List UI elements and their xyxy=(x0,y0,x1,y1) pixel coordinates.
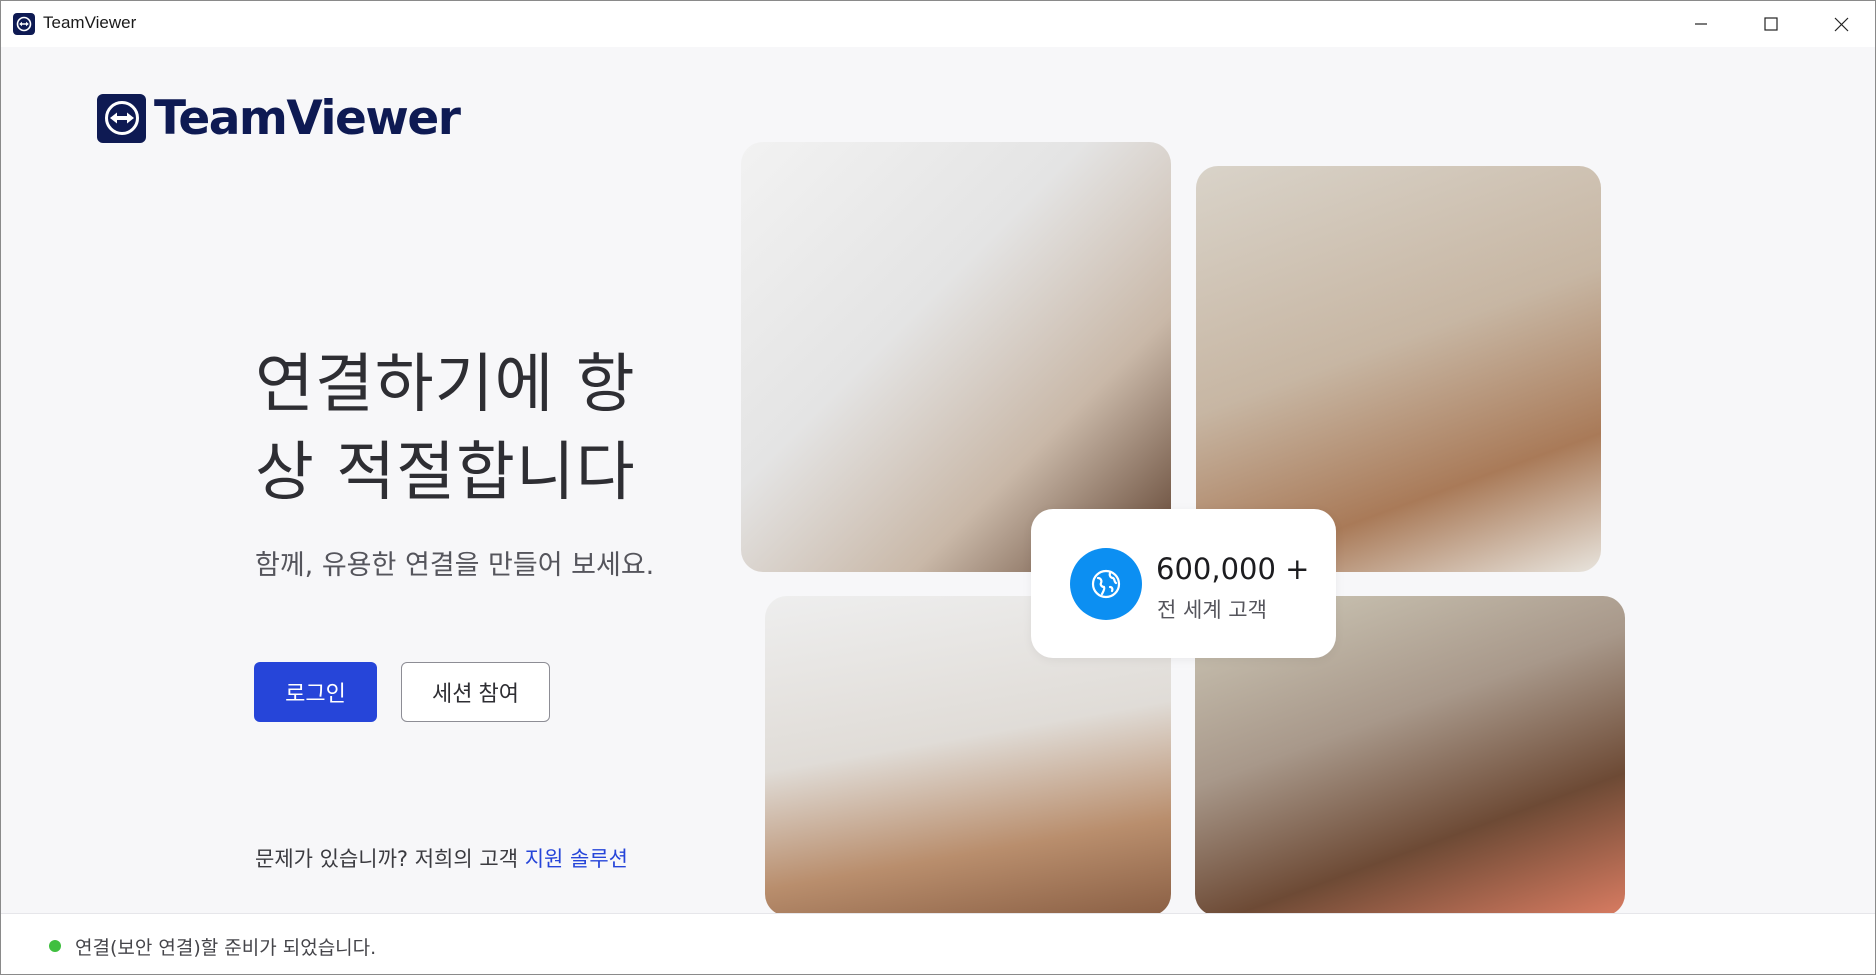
page-headline: 연결하기에 항 상 적절합니다 xyxy=(255,341,675,517)
customer-count-label: 전 세계 고객 xyxy=(1157,598,1267,622)
window-title: TeamViewer xyxy=(43,13,137,32)
join-session-button[interactable]: 세션 참여 xyxy=(401,662,550,722)
title-bar[interactable]: TeamViewer xyxy=(1,1,1875,47)
headline-line-1: 연결하기에 항 xyxy=(255,348,636,422)
teamviewer-logo: TeamViewer xyxy=(97,90,461,146)
close-button[interactable] xyxy=(1806,1,1875,47)
help-text: 문제가 있습니까? 저희의 고객 지원 솔루션 xyxy=(255,843,628,873)
customer-count: 600,000 + xyxy=(1156,552,1310,586)
support-solutions-link[interactable]: 지원 솔루션 xyxy=(525,847,628,871)
photo-woman-laptop xyxy=(741,142,1171,572)
teamviewer-logo-icon xyxy=(97,93,146,143)
teamviewer-app-icon xyxy=(13,13,35,35)
close-icon xyxy=(1834,17,1848,31)
minimize-icon xyxy=(1695,23,1707,25)
maximize-icon xyxy=(1764,17,1778,31)
headline-line-2: 상 적절합니다 xyxy=(255,436,636,510)
login-button[interactable]: 로그인 xyxy=(254,662,377,722)
globe-icon xyxy=(1070,548,1142,620)
maximize-button[interactable] xyxy=(1736,1,1806,47)
logo-wordmark: TeamViewer xyxy=(154,90,461,146)
customer-stat-card: 600,000 + 전 세계 고객 xyxy=(1031,509,1336,658)
status-message: 연결(보안 연결)할 준비가 되었습니다. xyxy=(75,937,377,959)
help-prefix: 문제가 있습니까? 저희의 고객 xyxy=(255,847,525,871)
page-subline: 함께, 유용한 연결을 만들어 보세요. xyxy=(255,550,655,581)
minimize-button[interactable] xyxy=(1666,1,1736,47)
status-indicator-icon xyxy=(49,940,61,952)
app-window: TeamViewer TeamViewer 연결하기에 항 상 적절합니다 함께… xyxy=(0,0,1876,975)
status-bar: 연결(보안 연결)할 준비가 되었습니다. xyxy=(1,913,1875,974)
